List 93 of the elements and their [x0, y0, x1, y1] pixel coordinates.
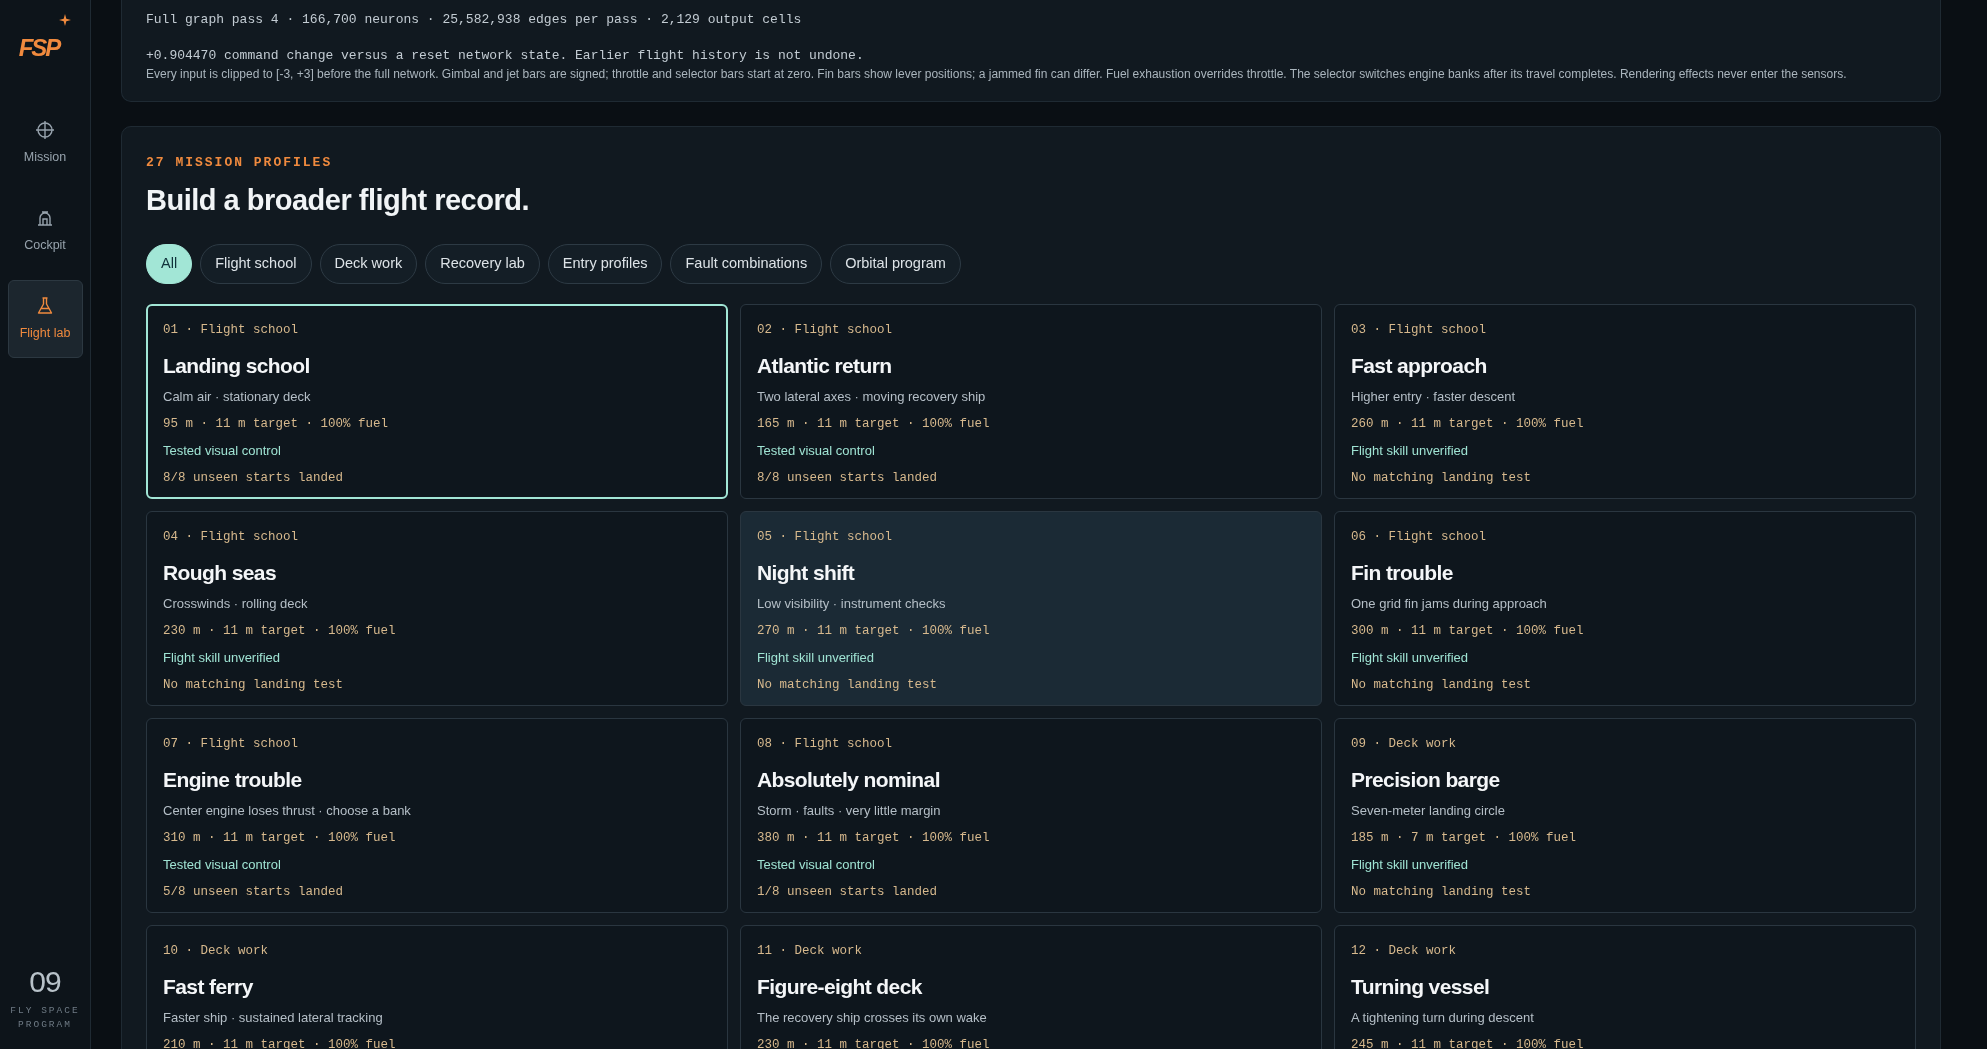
mission-title: Turning vessel [1351, 973, 1491, 1000]
mission-stats: 300 m · 11 m target · 100% fuel [1351, 622, 1585, 640]
program-number: 09 [28, 964, 62, 1001]
filter-chip[interactable]: Flight school [200, 244, 312, 284]
profiles-count: 27 MISSION PROFILES [146, 154, 334, 172]
mission-result: 1/8 unseen starts landed [757, 883, 939, 901]
mission-stats: 310 m · 11 m target · 100% fuel [163, 829, 397, 847]
mission-tag: 09 · Deck work [1351, 734, 1899, 754]
mission-status: Flight skill unverified [1351, 442, 1470, 461]
mission-subtitle: Calm air · stationary deck [163, 388, 312, 406]
mission-subtitle: Faster ship · sustained lateral tracking [163, 1009, 384, 1027]
mission-result: 5/8 unseen starts landed [163, 883, 345, 901]
mission-subtitle: Seven-meter landing circle [1351, 802, 1506, 820]
mission-stats: 185 m · 7 m target · 100% fuel [1351, 829, 1578, 847]
mission-tag: 03 · Flight school [1351, 320, 1899, 340]
graph-pass-text: Full graph pass 4 · 166,700 neurons · 25,582,938 edges per pass · 2,129 output cells [146, 11, 803, 29]
mission-card[interactable]: 02 · Flight school Atlantic return Two lateral axes · moving recovery ship 165 m · 11 m target · 100% fuel Tested visual control 8/8 unseen starts landed [740, 303, 1322, 499]
mission-card[interactable]: 01 · Flight school Landing school Calm air · stationary deck 95 m · 11 m target · 100% fuel Tested visual control 8/8 unseen starts landed [146, 303, 728, 499]
mission-subtitle: One grid fin jams during approach [1351, 595, 1548, 613]
mission-subtitle: Crosswinds · rolling deck [163, 595, 309, 613]
mission-title: Atlantic return [757, 352, 893, 379]
mission-title: Figure-eight deck [757, 973, 923, 1000]
mission-tag: 01 · Flight school [163, 320, 711, 340]
filter-chip[interactable]: All [146, 244, 193, 284]
mission-card[interactable]: 07 · Flight school Engine trouble Center engine loses thrust · choose a bank 310 m · 11 m target · 100% fuel Tested visual control 5/8 unseen starts landed [146, 717, 728, 913]
mission-result: No matching landing test [1351, 469, 1533, 487]
sparkle-icon [59, 14, 72, 26]
mission-subtitle: Center engine loses thrust · choose a bank [163, 802, 412, 820]
mission-title: Fast ferry [163, 973, 254, 1000]
mission-stats: 270 m · 11 m target · 100% fuel [757, 622, 991, 640]
mission-subtitle: Two lateral axes · moving recovery ship [757, 388, 987, 406]
mission-result: No matching landing test [1351, 883, 1533, 901]
mission-stats: 165 m · 11 m target · 100% fuel [757, 415, 991, 433]
nav-item[interactable]: Flight lab [7, 280, 83, 358]
mission-result: No matching landing test [1351, 676, 1533, 694]
mission-result: No matching landing test [757, 676, 939, 694]
mission-title: Fin trouble [1351, 559, 1454, 586]
mission-stats: 95 m · 11 m target · 100% fuel [163, 415, 390, 433]
filter-chip[interactable]: Orbital program [830, 244, 961, 284]
mission-subtitle: A tightening turn during descent [1351, 1009, 1535, 1027]
mission-status: Tested visual control [757, 856, 876, 875]
filter-chip[interactable]: Deck work [319, 244, 418, 284]
mission-tag: 06 · Flight school [1351, 527, 1899, 547]
mission-stats: 230 m · 11 m target · 100% fuel [163, 622, 397, 640]
mission-title: Landing school [163, 352, 311, 379]
mission-title: Precision barge [1351, 766, 1501, 793]
mission-result: No matching landing test [163, 676, 345, 694]
mission-tag: 04 · Flight school [163, 527, 711, 547]
mission-card[interactable]: 08 · Flight school Absolutely nominal Storm · faults · very little margin 380 m · 11 m target · 100% fuel Tested visual control 1/8 unseen starts landed [740, 717, 1322, 913]
mission-tag: 10 · Deck work [163, 941, 711, 961]
filter-chip[interactable]: Entry profiles [547, 244, 663, 284]
mission-stats: 380 m · 11 m target · 100% fuel [757, 829, 991, 847]
mission-status: Flight skill unverified [1351, 856, 1470, 875]
filter-chip[interactable]: Recovery lab [425, 244, 540, 284]
command-change-text: +0.904470 command change versus a reset network state. Earlier flight history is not undone. [146, 46, 865, 65]
mission-title: Night shift [757, 559, 856, 586]
mission-subtitle: Low visibility · instrument checks [757, 595, 947, 613]
mission-card[interactable]: 03 · Flight school Fast approach Higher entry · faster descent 260 m · 11 m target · 100% fuel Flight skill unverified No matching landing test [1334, 303, 1916, 499]
mission-card[interactable]: 05 · Flight school Night shift Low visibility · instrument checks 270 m · 11 m target · 100% fuel Flight skill unverified No matching landing test [740, 510, 1322, 706]
mission-tag: 12 · Deck work [1351, 941, 1899, 961]
mission-status: Tested visual control [163, 442, 282, 461]
mission-subtitle: Higher entry · faster descent [1351, 388, 1517, 406]
mission-subtitle: Storm · faults · very little margin [757, 802, 942, 820]
mission-result: 8/8 unseen starts landed [163, 469, 345, 487]
mission-stats: 260 m · 11 m target · 100% fuel [1351, 415, 1585, 433]
mission-subtitle: The recovery ship crosses its own wake [757, 1009, 988, 1027]
mission-card[interactable]: 04 · Flight school Rough seas Crosswinds · rolling deck 230 m · 11 m target · 100% fuel Flight skill unverified No matching landing test [146, 510, 728, 706]
mission-card[interactable]: 09 · Deck work Precision barge Seven-meter landing circle 185 m · 7 m target · 100% fuel Flight skill unverified No matching landing test [1334, 717, 1916, 913]
crosshair-icon [35, 119, 55, 140]
mission-tag: 11 · Deck work [757, 941, 1305, 961]
mission-status: Flight skill unverified [757, 649, 876, 668]
mission-status: Flight skill unverified [163, 649, 282, 668]
mission-status: Flight skill unverified [1351, 649, 1470, 668]
mission-status: Tested visual control [163, 856, 282, 875]
mission-result: 8/8 unseen starts landed [757, 469, 939, 487]
mission-title: Rough seas [163, 559, 278, 586]
mission-tag: 07 · Flight school [163, 734, 711, 754]
mission-title: Engine trouble [163, 766, 303, 793]
section-title: Build a broader flight record. [146, 182, 530, 218]
mission-status: Tested visual control [757, 442, 876, 461]
mission-title: Fast approach [1351, 352, 1488, 379]
mission-tag: 05 · Flight school [757, 527, 1305, 547]
mission-tag: 08 · Flight school [757, 734, 1305, 754]
program-caption: FLY SPACE PROGRAM [10, 1004, 80, 1031]
flask-icon [35, 295, 55, 316]
mission-card[interactable]: 06 · Flight school Fin trouble One grid fin jams during approach 300 m · 11 m target · 100% fuel Flight skill unverified No matching landing test [1334, 510, 1916, 706]
network-note: Every input is clipped to [-3, +3] before the full network. Gimbal and jet bars are signed; throttle and selector bars start at zero. Fin bars show lever positions; a jammed fin can differ. Fuel exhaustion overrides throttle. The selector switches engine banks after its travel completes. Rendering effects never enter the sensors. [146, 66, 1848, 83]
nav-item[interactable]: Mission [7, 104, 83, 182]
mission-title: Absolutely nominal [757, 766, 941, 793]
nav-item[interactable]: Cockpit [7, 192, 83, 270]
mission-tag: 02 · Flight school [757, 320, 1305, 340]
logo-text: FSP [18, 33, 60, 63]
filter-chip[interactable]: Fault combinations [670, 244, 823, 284]
